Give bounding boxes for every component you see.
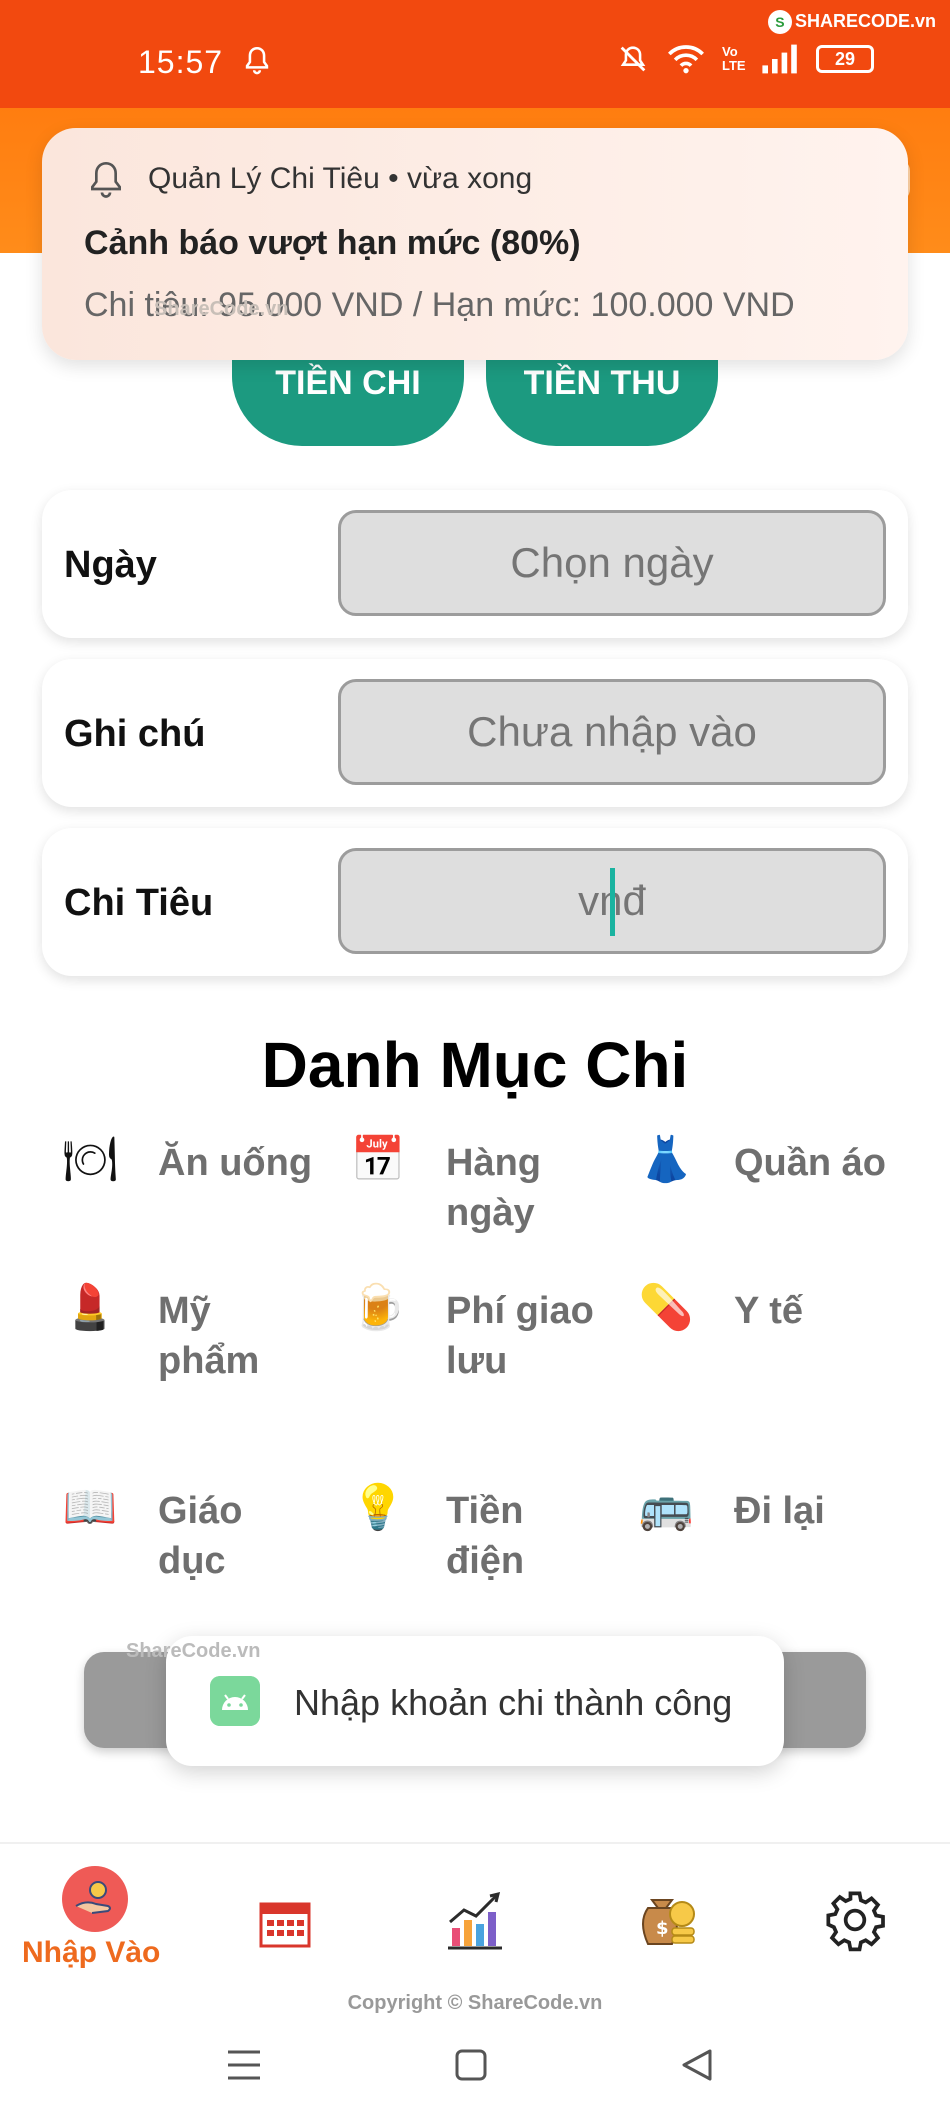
nav-input-icon[interactable] bbox=[62, 1866, 128, 1932]
text-caret bbox=[610, 868, 615, 936]
amount-row: Chi Tiêu bbox=[42, 828, 908, 976]
nav-money[interactable]: $ bbox=[610, 1868, 720, 1978]
notification-card[interactable]: Quản Lý Chi Tiêu • vừa xong Cảnh báo vượ… bbox=[42, 128, 908, 360]
date-input[interactable] bbox=[338, 510, 886, 616]
hand-coin-icon bbox=[75, 1881, 111, 1914]
amount-label: Chi Tiêu bbox=[64, 882, 214, 924]
pill-icon: 💊 bbox=[638, 1283, 694, 1332]
system-nav-bar bbox=[0, 2020, 950, 2110]
note-input[interactable] bbox=[338, 679, 886, 785]
category-label: Hàng ngày bbox=[446, 1142, 541, 1234]
book-icon: 📖 bbox=[62, 1483, 118, 1532]
nav-input-label[interactable]: Nhập Vào bbox=[22, 1936, 160, 1970]
android-icon bbox=[210, 1676, 260, 1726]
home-icon[interactable] bbox=[455, 2048, 487, 2082]
svg-text:$: $ bbox=[656, 1918, 669, 1939]
wifi-icon bbox=[668, 45, 704, 74]
nav-chart[interactable] bbox=[420, 1868, 530, 1978]
category-label: Phí giao lưu bbox=[446, 1290, 594, 1382]
status-icons: Vo LTE 29 bbox=[616, 42, 874, 76]
battery-indicator: 29 bbox=[816, 45, 874, 73]
sharecode-logo: S SHARECODE.vn bbox=[767, 10, 936, 34]
calendar-icon: 📅 bbox=[350, 1135, 406, 1184]
signal-icon bbox=[762, 44, 797, 74]
sharecode-logo-icon: S bbox=[767, 10, 792, 34]
calendar-icon bbox=[259, 1902, 311, 1948]
category-label: Y tế bbox=[734, 1290, 804, 1332]
category-label: Tiền điện bbox=[446, 1490, 525, 1582]
category-title: Danh Mục Chi bbox=[261, 1029, 689, 1101]
date-label: Ngày bbox=[64, 544, 157, 586]
copyright-text: Copyright © ShareCode.vn bbox=[347, 1992, 603, 2014]
chart-icon bbox=[448, 1891, 502, 1950]
status-time: 15:57 bbox=[138, 44, 224, 80]
notification-title: Cảnh báo vượt hạn mức (80%) bbox=[84, 224, 581, 262]
notification-app-name: Quản Lý Chi Tiêu • vừa xong bbox=[148, 162, 533, 195]
mute-icon bbox=[620, 46, 646, 72]
volte-label: Vo LTE bbox=[722, 44, 746, 73]
note-row: Ghi chú bbox=[42, 659, 908, 807]
category-label: Mỹ phẩm bbox=[158, 1290, 260, 1382]
dish-icon: 🍽 bbox=[62, 1135, 118, 1184]
notification-bell-icon bbox=[91, 161, 121, 198]
bus-icon: 🚌 bbox=[638, 1483, 694, 1532]
category-label: Giáo dục bbox=[158, 1490, 243, 1582]
category-label: Ăn uống bbox=[158, 1142, 313, 1184]
lipstick-icon: 💄 bbox=[62, 1283, 118, 1332]
settings-icon bbox=[826, 1891, 885, 1952]
dress-icon: 👗 bbox=[638, 1135, 694, 1184]
bottom-nav: Nhập Vào $ bbox=[0, 1842, 950, 1992]
lightbulb-icon: 💡 bbox=[350, 1483, 406, 1532]
menu-icon[interactable] bbox=[226, 2048, 262, 2082]
back-icon[interactable] bbox=[680, 2048, 714, 2082]
nav-calendar[interactable] bbox=[230, 1868, 340, 1978]
date-row: Ngày bbox=[42, 490, 908, 638]
nav-settings[interactable] bbox=[800, 1868, 910, 1978]
money-bag-icon: $ bbox=[642, 1899, 695, 1945]
category-label: Quần áo bbox=[734, 1142, 887, 1184]
notification-bell-icon bbox=[245, 46, 269, 75]
status-bar: 15:57 Vo LTE 29 S SHARECODE.vn bbox=[0, 0, 950, 108]
toast-text: Nhập khoản chi thành công bbox=[294, 1682, 733, 1723]
toast-watermark: ShareCode.vn bbox=[126, 1640, 261, 1662]
category-label: Đi lại bbox=[734, 1490, 825, 1532]
notification-watermark: ShareCode.vn bbox=[154, 298, 289, 320]
note-label: Ghi chú bbox=[64, 713, 206, 755]
beer-icon: 🍺 bbox=[350, 1283, 406, 1332]
